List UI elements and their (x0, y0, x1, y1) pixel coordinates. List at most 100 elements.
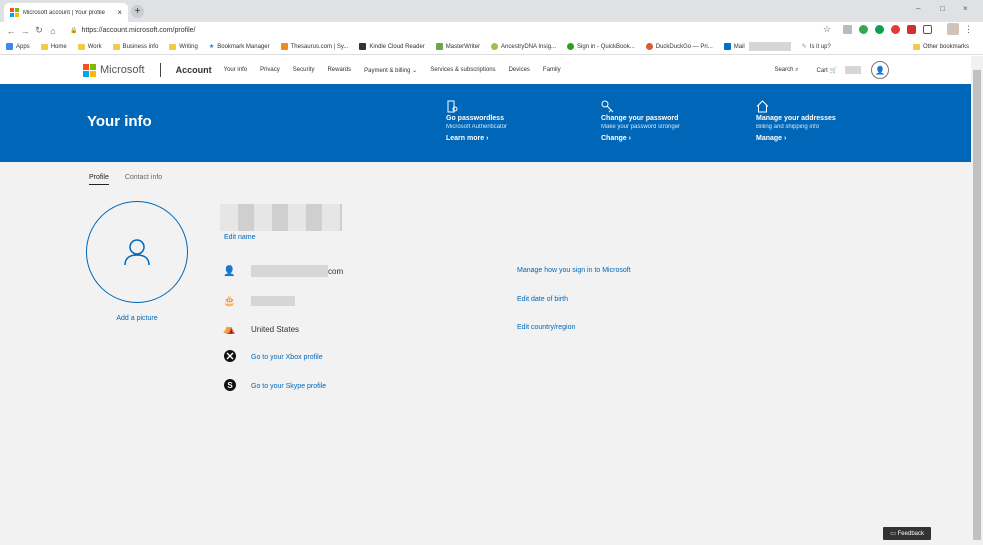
bookmark-is-it-up[interactable]: ✎ Is it up? (802, 43, 831, 51)
edit-birthdate-link[interactable]: Edit date of birth (517, 296, 568, 303)
folder-icon (77, 43, 85, 50)
mail-icon (723, 43, 731, 50)
bookmark-masterwriter[interactable]: MasterWriter (435, 43, 480, 50)
nav-rewards[interactable]: Rewards (327, 67, 351, 73)
folder-icon (112, 43, 120, 50)
promo-subtitle: Microsoft Authenticator (446, 124, 508, 130)
nav-security[interactable]: Security (293, 67, 315, 73)
header-right: Search ⌕ Cart 🛒 👤 (774, 61, 889, 79)
bookmark-writing[interactable]: Writing (169, 43, 198, 50)
nav-payment-billing[interactable]: Payment & billing ⌄ (364, 67, 417, 74)
star-icon: ★ (208, 44, 215, 50)
promo-subtitle: Billing and shipping info (756, 124, 820, 130)
duckduckgo-icon (645, 43, 653, 50)
email-suffix: com (328, 266, 344, 276)
back-icon[interactable]: ← (4, 26, 18, 36)
menu-kebab-icon[interactable]: ⋮ (964, 24, 973, 35)
site-header: Microsoft Account Your info Privacy Secu… (0, 56, 971, 84)
address-bar[interactable]: 🔒 https://account.microsoft.com/profile/ (70, 27, 195, 34)
nav-devices[interactable]: Devices (509, 67, 530, 73)
home-icon[interactable]: ⌂ (46, 26, 60, 36)
browser-tab[interactable]: Microsoft account | Your profile × (4, 3, 128, 22)
close-window-button[interactable]: × (963, 4, 968, 13)
change-password-link[interactable]: Change › (601, 135, 751, 142)
bookmark-business-info[interactable]: Business info (112, 43, 158, 50)
account-link[interactable]: Account (176, 65, 212, 75)
extension-icon[interactable] (875, 25, 884, 34)
redacted-email (251, 265, 328, 277)
country-value: United States (251, 324, 300, 334)
redacted-birthdate (251, 296, 295, 306)
promo-title: Manage your addresses (756, 115, 836, 122)
bookmark-duckduckgo[interactable]: DuckDuckGo — Pri... (645, 43, 713, 50)
feedback-button[interactable]: ▭ Feedback (883, 527, 931, 540)
folder-icon (913, 43, 920, 50)
bookmark-other[interactable]: Other bookmarks (913, 43, 969, 50)
lock-icon: 🔒 (70, 28, 78, 34)
browser-toolbar: ← → ↻ ⌂ 🔒 https://account.microsoft.com/p… (0, 22, 983, 39)
extension-icon[interactable] (859, 25, 868, 34)
search-icon: ⌕ (795, 66, 799, 73)
bookmark-apps[interactable]: Apps (6, 43, 30, 50)
extension-icon[interactable] (907, 25, 916, 34)
extension-icon[interactable] (891, 25, 900, 34)
scrollbar-thumb[interactable] (973, 70, 981, 540)
search-button[interactable]: Search ⌕ (774, 67, 798, 74)
nav-privacy[interactable]: Privacy (260, 67, 280, 73)
minimize-button[interactable]: – (916, 4, 920, 13)
new-tab-button[interactable]: + (131, 5, 144, 18)
avatar-button[interactable]: 👤 (871, 61, 889, 79)
reload-icon[interactable]: ↻ (32, 25, 46, 36)
person-icon: 👤 (875, 65, 885, 75)
bookmark-work[interactable]: Work (77, 43, 102, 50)
cart-icon: 🛒 (829, 67, 837, 74)
cart-button[interactable]: Cart 🛒 (817, 67, 838, 74)
skype-profile-link[interactable]: Go to your Skype profile (251, 383, 326, 390)
tab-profile[interactable]: Profile (89, 174, 109, 185)
promo-change-password: Change your password Make your password … (601, 100, 751, 142)
xbox-row: Go to your Xbox profile (222, 349, 323, 364)
learn-more-link[interactable]: Learn more › (446, 135, 596, 142)
redacted-block (748, 42, 791, 51)
xbox-profile-link[interactable]: Go to your Xbox profile (251, 354, 323, 361)
hero-banner: Your info Go passwordless Microsoft Auth… (0, 84, 971, 162)
edit-country-link[interactable]: Edit country/region (517, 324, 575, 331)
location-icon: ⛺ (223, 323, 236, 335)
birthdate-row: 🎂 (222, 294, 295, 308)
bookmark-mail[interactable]: Mail (723, 42, 791, 51)
forward-icon[interactable]: → (18, 26, 32, 36)
tab-strip: Microsoft account | Your profile × + – □… (0, 0, 983, 22)
bookmark-kindle[interactable]: Kindle Cloud Reader (359, 43, 425, 50)
browser-window: Microsoft account | Your profile × + – □… (0, 0, 983, 545)
microsoft-logo-icon (10, 8, 19, 17)
manage-sign-in-link[interactable]: Manage how you sign in to Microsoft (517, 267, 631, 274)
scrollbar[interactable] (971, 56, 983, 545)
microsoft-brand[interactable]: Microsoft (83, 63, 145, 77)
bookmark-manager[interactable]: ★ Bookmark Manager (208, 43, 270, 51)
url-text: https://account.microsoft.com/profile/ (81, 27, 196, 34)
skype-icon: S (222, 378, 237, 394)
manage-addresses-link[interactable]: Manage › (756, 135, 906, 142)
bookmark-quickbooks[interactable]: Sign in - QuickBook... (567, 43, 635, 50)
add-picture-link[interactable]: Add a picture (86, 315, 188, 322)
bookmark-thesaurus[interactable]: Thesaurus.com | Sy... (280, 43, 348, 50)
passwordless-icon (446, 100, 596, 114)
bookmark-star-icon[interactable]: ☆ (823, 24, 831, 35)
edit-name-link[interactable]: Edit name (224, 234, 256, 241)
nav-your-info[interactable]: Your info (224, 67, 247, 73)
nav-family[interactable]: Family (543, 67, 561, 73)
bookmark-home[interactable]: Home (40, 43, 67, 50)
tab-contact-info[interactable]: Contact info (125, 174, 162, 185)
microsoft-logo-icon (83, 63, 96, 77)
thesaurus-icon (280, 43, 288, 50)
maximize-button[interactable]: □ (940, 4, 945, 13)
profile-icon[interactable] (947, 23, 959, 35)
nav-services-subscriptions[interactable]: Services & subscriptions (430, 67, 495, 73)
extension-icon[interactable] (923, 25, 932, 34)
profile-picture[interactable] (86, 201, 188, 303)
bookmark-ancestry[interactable]: AncestryDNA Insig... (491, 43, 556, 50)
close-tab-icon[interactable]: × (117, 8, 122, 17)
page-title: Your info (87, 113, 152, 130)
extension-icon[interactable] (843, 25, 852, 34)
folder-icon (40, 43, 48, 50)
